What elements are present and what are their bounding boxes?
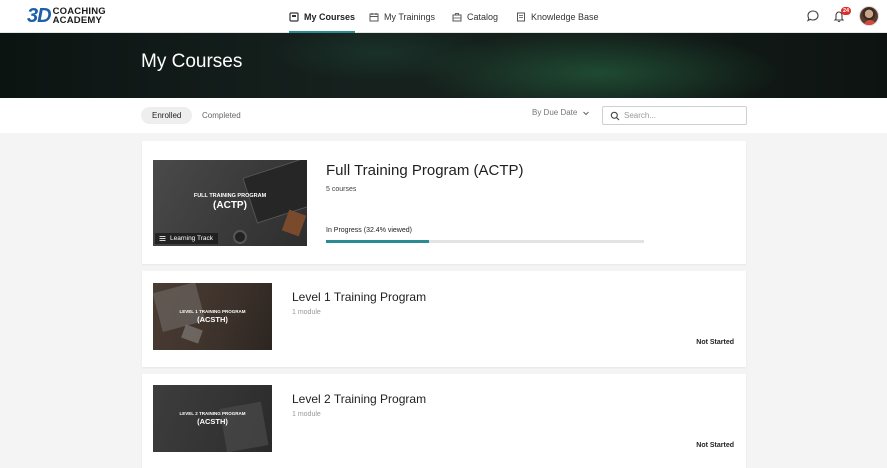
search-input[interactable] bbox=[624, 109, 742, 122]
search-icon bbox=[610, 111, 620, 121]
course-card-actp[interactable]: FULL TRAINING PROGRAM (ACTP) Learning Tr… bbox=[142, 141, 746, 264]
thumbnail-title: LEVEL 1 TRAINING PROGRAM bbox=[179, 309, 246, 314]
nav-catalog[interactable]: Catalog bbox=[452, 0, 498, 33]
status-label: Not Started bbox=[696, 339, 734, 346]
track-icon bbox=[159, 236, 166, 241]
filter-bar: Enrolled Completed By Due Date bbox=[0, 98, 887, 133]
nav-my-trainings-label: My Trainings bbox=[384, 11, 436, 22]
course-card-level1[interactable]: LEVEL 1 TRAINING PROGRAM (ACSTH) Level 1… bbox=[142, 271, 746, 367]
thumbnail-title: LEVEL 2 TRAINING PROGRAM bbox=[179, 411, 246, 416]
avatar[interactable] bbox=[859, 6, 879, 26]
module-count: 1 module bbox=[292, 309, 321, 316]
learning-track-tag: Learning Track bbox=[155, 233, 218, 244]
status-label: Not Started bbox=[696, 442, 734, 449]
notification-badge: 24 bbox=[841, 7, 852, 15]
progress-label: In Progress (32.4% viewed) bbox=[326, 227, 412, 234]
module-count: 1 module bbox=[292, 411, 321, 418]
logo-text: COACHING ACADEMY bbox=[52, 7, 106, 26]
chat-icon[interactable] bbox=[806, 9, 820, 23]
logo-mark: 3D bbox=[27, 5, 52, 27]
calendar-icon bbox=[369, 12, 379, 21]
logo-line-2: ACADEMY bbox=[52, 15, 103, 26]
laptop-shape bbox=[219, 401, 269, 452]
learning-track-label: Learning Track bbox=[170, 235, 213, 242]
nav-my-courses[interactable]: My Courses bbox=[289, 0, 356, 33]
thumbnail-subtitle: (ACSTH) bbox=[197, 315, 228, 324]
phone-shape bbox=[181, 324, 203, 344]
nav-knowledge-base-label: Knowledge Base bbox=[531, 11, 599, 22]
cup-shape bbox=[233, 230, 247, 244]
course-thumbnail[interactable]: FULL TRAINING PROGRAM (ACTP) Learning Tr… bbox=[153, 160, 307, 246]
top-navbar: 3D COACHING ACADEMY My Courses My Traini… bbox=[0, 0, 887, 33]
course-card-level2[interactable]: LEVEL 2 TRAINING PROGRAM (ACSTH) Level 2… bbox=[142, 374, 746, 468]
course-thumbnail[interactable]: LEVEL 1 TRAINING PROGRAM (ACSTH) bbox=[153, 283, 272, 350]
nav-catalog-label: Catalog bbox=[467, 11, 499, 22]
progress-fill bbox=[326, 240, 430, 243]
document-icon bbox=[517, 12, 525, 21]
sort-label: By Due Date bbox=[532, 108, 578, 117]
tab-completed[interactable]: Completed bbox=[191, 107, 252, 124]
page-title: My Courses bbox=[141, 51, 243, 72]
thumbnail-title: FULL TRAINING PROGRAM bbox=[193, 193, 267, 199]
nav-knowledge-base[interactable]: Knowledge Base bbox=[516, 0, 599, 33]
sort-dropdown[interactable]: By Due Date bbox=[532, 108, 590, 117]
course-title[interactable]: Level 1 Training Program bbox=[292, 290, 426, 304]
course-count: 5 courses bbox=[326, 186, 357, 193]
logo[interactable]: 3D COACHING ACADEMY bbox=[27, 5, 106, 27]
tab-enrolled[interactable]: Enrolled bbox=[141, 107, 193, 124]
nav-my-courses-label: My Courses bbox=[304, 11, 356, 22]
nav-my-trainings[interactable]: My Trainings bbox=[369, 0, 435, 33]
thumbnail-subtitle: (ACTP) bbox=[213, 200, 247, 211]
search-box bbox=[602, 106, 747, 125]
course-thumbnail[interactable]: LEVEL 2 TRAINING PROGRAM (ACSTH) bbox=[153, 385, 272, 452]
briefcase-icon bbox=[452, 12, 462, 21]
laptop-shape bbox=[153, 283, 206, 333]
hero-banner: My Courses bbox=[0, 33, 887, 98]
course-title[interactable]: Full Training Program (ACTP) bbox=[326, 162, 524, 179]
progress-bar bbox=[326, 240, 644, 243]
thumbnail-subtitle: (ACSTH) bbox=[197, 417, 228, 426]
chevron-down-icon bbox=[583, 111, 590, 115]
book-icon bbox=[289, 11, 299, 22]
course-title[interactable]: Level 2 Training Program bbox=[292, 392, 426, 406]
